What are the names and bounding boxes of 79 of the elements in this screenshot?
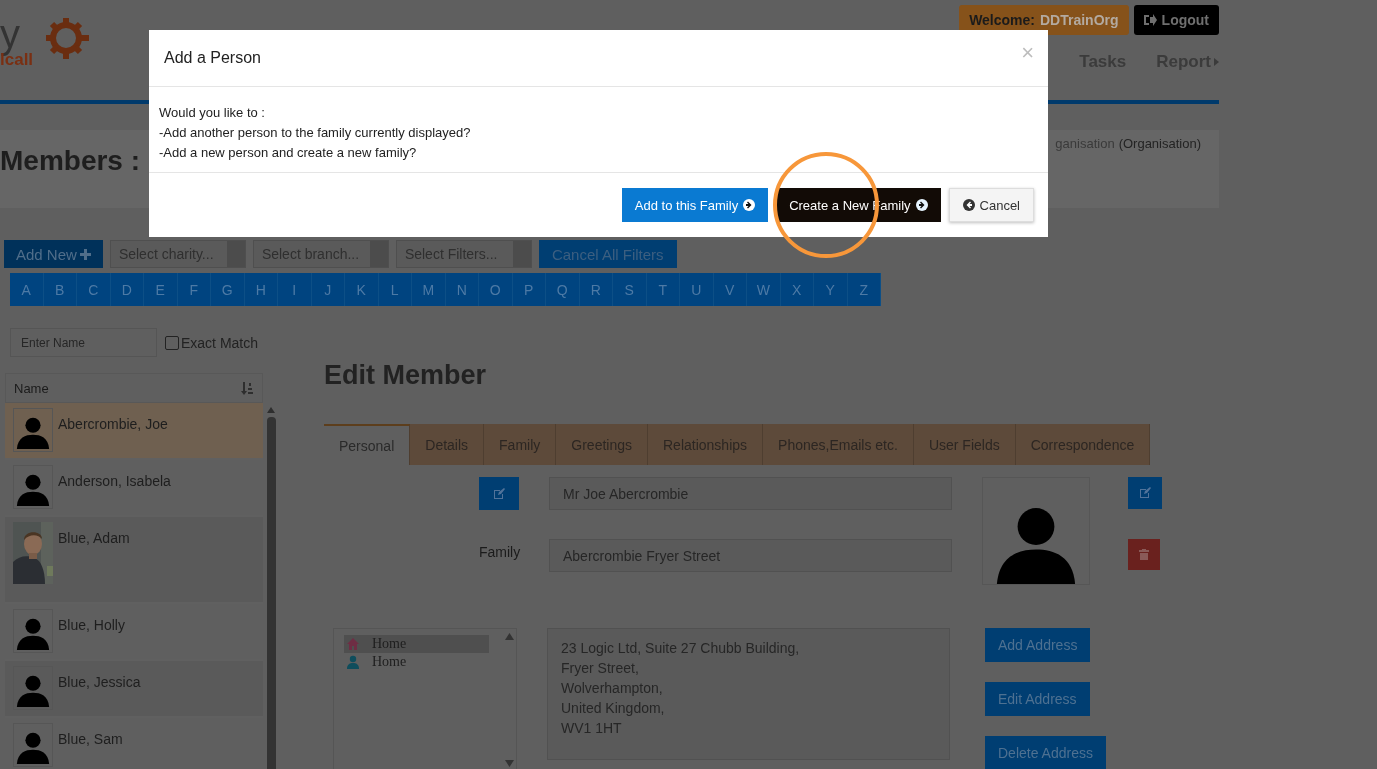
plus-icon	[79, 248, 91, 260]
letter-link[interactable]: O	[479, 273, 513, 306]
scrollbar[interactable]	[266, 407, 276, 769]
dialog-text: Would you like to :	[159, 104, 266, 122]
member-row[interactable]: Blue, Sam	[5, 718, 263, 769]
username: DDTrainOrg	[1040, 12, 1119, 28]
page-title: Members :	[0, 145, 141, 177]
cancel-filters-button[interactable]: Cancel All Filters	[538, 240, 677, 268]
member-name[interactable]: Anderson, Isabela	[58, 473, 171, 489]
letter-link[interactable]: A	[10, 273, 44, 306]
arrow-circle-icon	[743, 199, 756, 211]
member-name[interactable]: Blue, Sam	[58, 731, 123, 747]
logo-text: y	[0, 14, 20, 54]
field-label: Family	[479, 543, 519, 562]
letter-link[interactable]: M	[412, 273, 446, 306]
letter-link[interactable]: V	[713, 273, 747, 306]
member-row[interactable]: Blue, Jessica	[5, 661, 263, 718]
organisation-type: (Organisation)	[1118, 136, 1201, 151]
letter-link[interactable]: S	[613, 273, 647, 306]
letter-link[interactable]: I	[278, 273, 312, 306]
edit-icon	[1139, 487, 1151, 499]
logout-button[interactable]: Logout	[1133, 5, 1219, 35]
member-name[interactable]: Blue, Adam	[58, 530, 130, 546]
scroll-up-icon[interactable]	[505, 633, 514, 640]
scroll-up-icon[interactable]	[267, 407, 275, 413]
logout-icon	[1143, 14, 1157, 26]
address-item[interactable]: Home	[344, 653, 489, 671]
sort-icon[interactable]	[241, 381, 254, 395]
letter-link[interactable]: U	[680, 273, 714, 306]
checkbox-label: Exact Match	[181, 334, 259, 351]
letter-link[interactable]: D	[110, 273, 144, 306]
letter-link[interactable]: N	[445, 273, 479, 306]
checkbox[interactable]	[165, 335, 179, 350]
edit-button[interactable]	[479, 477, 519, 510]
dialog-button[interactable]: Add to this Family	[621, 188, 769, 222]
address-button[interactable]: Add Address	[985, 628, 1091, 662]
dialog-button[interactable]: Cancel	[948, 188, 1034, 222]
delete-button[interactable]	[1128, 539, 1160, 570]
letter-link[interactable]: C	[77, 273, 111, 306]
welcome-label: Welcome:	[969, 12, 1035, 28]
dialog-text: -Add a new person and create a new family?	[159, 144, 418, 162]
house-icon	[346, 637, 360, 651]
letter-link[interactable]: P	[512, 273, 546, 306]
letter-link[interactable]: G	[211, 273, 245, 306]
letter-link[interactable]: W	[747, 273, 781, 306]
close-button[interactable]: ×	[1021, 42, 1034, 64]
arrow-circle-icon	[962, 199, 975, 211]
letter-link[interactable]: K	[345, 273, 379, 306]
member-row[interactable]: Blue, Adam	[5, 517, 263, 604]
edit-button[interactable]	[1128, 477, 1162, 509]
letter-link[interactable]: R	[579, 273, 613, 306]
letter-link[interactable]: Q	[546, 273, 580, 306]
member-name[interactable]: Abercrombie, Joe	[58, 416, 168, 432]
letter-link[interactable]: F	[177, 273, 211, 306]
column-header: Name	[14, 380, 49, 396]
address-button[interactable]: Delete Address	[985, 736, 1106, 769]
trash-icon	[1139, 549, 1149, 560]
arrow-circle-icon	[915, 199, 928, 211]
person-icon	[346, 655, 360, 669]
letter-link[interactable]: Y	[814, 273, 848, 306]
member-row[interactable]: Abercrombie, Joe	[5, 403, 263, 460]
section-title: Edit Member	[324, 360, 488, 392]
letter-link[interactable]: Z	[847, 273, 881, 306]
letter-link[interactable]: E	[144, 273, 178, 306]
scroll-down-icon[interactable]	[505, 760, 514, 767]
address-button[interactable]: Edit Address	[985, 682, 1090, 716]
dialog-title: Add a Person	[164, 49, 261, 67]
member-name[interactable]: Blue, Holly	[58, 617, 125, 633]
letter-link[interactable]: J	[311, 273, 345, 306]
edit-icon	[493, 487, 505, 500]
dialog-text: -Add another person to the family currently displayed?	[159, 124, 472, 142]
letter-link[interactable]: L	[378, 273, 412, 306]
letter-link[interactable]: H	[244, 273, 278, 306]
letter-link[interactable]: T	[646, 273, 680, 306]
member-name[interactable]: Blue, Jessica	[58, 674, 141, 690]
name-search-field[interactable]: Enter Name	[10, 328, 157, 357]
letter-link[interactable]: B	[43, 273, 77, 306]
add-new-button[interactable]: Add New	[4, 240, 103, 268]
letter-link[interactable]: X	[780, 273, 814, 306]
